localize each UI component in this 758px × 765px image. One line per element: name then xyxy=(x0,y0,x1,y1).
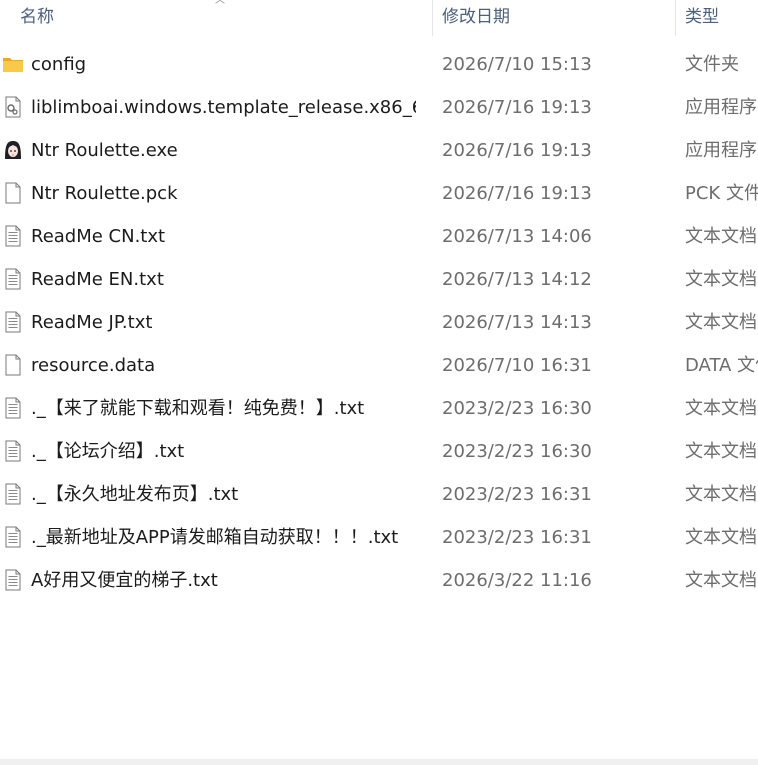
file-type: PCK 文件 xyxy=(685,183,758,204)
app-character-icon xyxy=(2,139,24,161)
file-type: 文本文档 xyxy=(685,312,757,333)
file-type: 文本文档 xyxy=(685,226,757,247)
dll-icon xyxy=(2,96,24,118)
file-type: 应用程序扩展 xyxy=(685,97,758,118)
file-type: DATA 文件 xyxy=(685,355,758,376)
column-header-date[interactable]: 修改日期 xyxy=(442,0,662,34)
file-row[interactable]: ReadMe EN.txt 2026/7/13 14:12 文本文档 xyxy=(0,258,758,301)
file-row[interactable]: ._【论坛介绍】.txt 2023/2/23 16:30 文本文档 xyxy=(0,430,758,473)
file-date: 2023/2/23 16:30 xyxy=(442,398,592,419)
column-header-name[interactable]: 名称 xyxy=(20,0,420,34)
text-file-icon xyxy=(2,440,24,462)
file-row[interactable]: ReadMe CN.txt 2026/7/13 14:06 文本文档 xyxy=(0,215,758,258)
file-type: 文本文档 xyxy=(685,527,757,548)
file-name: Ntr Roulette.exe xyxy=(31,140,178,161)
blank-file-icon xyxy=(2,182,24,204)
text-file-icon xyxy=(2,311,24,333)
file-row[interactable]: liblimboai.windows.template_release.x86_… xyxy=(0,86,758,129)
column-header: ︿ 名称 修改日期 类型 xyxy=(0,0,758,38)
file-date: 2026/7/16 19:13 xyxy=(442,183,592,204)
file-row[interactable]: ._最新地址及APP请发邮箱自动获取！！！.txt 2023/2/23 16:31… xyxy=(0,516,758,559)
file-row[interactable]: Ntr Roulette.pck 2026/7/16 19:13 PCK 文件 xyxy=(0,172,758,215)
file-name: resource.data xyxy=(31,355,156,376)
file-row[interactable]: resource.data 2026/7/10 16:31 DATA 文件 xyxy=(0,344,758,387)
file-date: 2023/2/23 16:30 xyxy=(442,441,592,462)
file-name: ReadMe JP.txt xyxy=(31,312,153,333)
file-row[interactable]: ReadMe JP.txt 2026/7/13 14:13 文本文档 xyxy=(0,301,758,344)
file-name: ReadMe EN.txt xyxy=(31,269,164,290)
file-date: 2023/2/23 16:31 xyxy=(442,527,592,548)
text-file-icon xyxy=(2,397,24,419)
file-date: 2026/7/16 19:13 xyxy=(442,97,592,118)
file-date: 2026/7/10 15:13 xyxy=(442,54,592,75)
file-date: 2026/7/16 19:13 xyxy=(442,140,592,161)
file-name: ._【来了就能下载和观看！纯免费！】.txt xyxy=(31,398,365,419)
blank-file-icon xyxy=(2,354,24,376)
file-type: 文本文档 xyxy=(685,441,757,462)
column-divider[interactable] xyxy=(675,0,676,36)
file-date: 2026/7/13 14:13 xyxy=(442,312,592,333)
file-date: 2023/2/23 16:31 xyxy=(442,484,592,505)
file-date: 2026/3/22 11:16 xyxy=(442,570,592,591)
file-date: 2026/7/10 16:31 xyxy=(442,355,592,376)
text-file-icon xyxy=(2,569,24,591)
file-name: ._最新地址及APP请发邮箱自动获取！！！.txt xyxy=(31,527,399,548)
file-type: 应用程序 xyxy=(685,140,757,161)
file-row[interactable]: config 2026/7/10 15:13 文件夹 xyxy=(0,43,758,86)
file-name: Ntr Roulette.pck xyxy=(31,183,178,204)
file-date: 2026/7/13 14:12 xyxy=(442,269,592,290)
horizontal-scrollbar[interactable] xyxy=(0,759,758,765)
file-type: 文本文档 xyxy=(685,484,757,505)
file-name: ReadMe CN.txt xyxy=(31,226,166,247)
file-type: 文件夹 xyxy=(685,54,739,75)
text-file-icon xyxy=(2,483,24,505)
file-type: 文本文档 xyxy=(685,269,757,290)
file-name: liblimboai.windows.template_release.x86_… xyxy=(31,97,416,118)
folder-icon xyxy=(2,53,24,75)
file-name: config xyxy=(31,54,87,75)
column-divider[interactable] xyxy=(432,0,433,36)
file-row[interactable]: ._【永久地址发布页】.txt 2023/2/23 16:31 文本文档 xyxy=(0,473,758,516)
text-file-icon xyxy=(2,268,24,290)
text-file-icon xyxy=(2,225,24,247)
text-file-icon xyxy=(2,526,24,548)
file-type: 文本文档 xyxy=(685,570,757,591)
file-type: 文本文档 xyxy=(685,398,757,419)
file-row[interactable]: A好用又便宜的梯子.txt 2026/3/22 11:16 文本文档 xyxy=(0,559,758,602)
file-name: A好用又便宜的梯子.txt xyxy=(31,570,218,591)
file-name: ._【永久地址发布页】.txt xyxy=(31,484,239,505)
file-list: config 2026/7/10 15:13 文件夹 liblimboai.windo… xyxy=(0,43,758,602)
file-name: ._【论坛介绍】.txt xyxy=(31,441,185,462)
column-header-type[interactable]: 类型 xyxy=(685,0,758,34)
file-row[interactable]: ._【来了就能下载和观看！纯免费！】.txt 2023/2/23 16:30 文本文… xyxy=(0,387,758,430)
file-row[interactable]: Ntr Roulette.exe 2026/7/16 19:13 应用程序 xyxy=(0,129,758,172)
file-date: 2026/7/13 14:06 xyxy=(442,226,592,247)
